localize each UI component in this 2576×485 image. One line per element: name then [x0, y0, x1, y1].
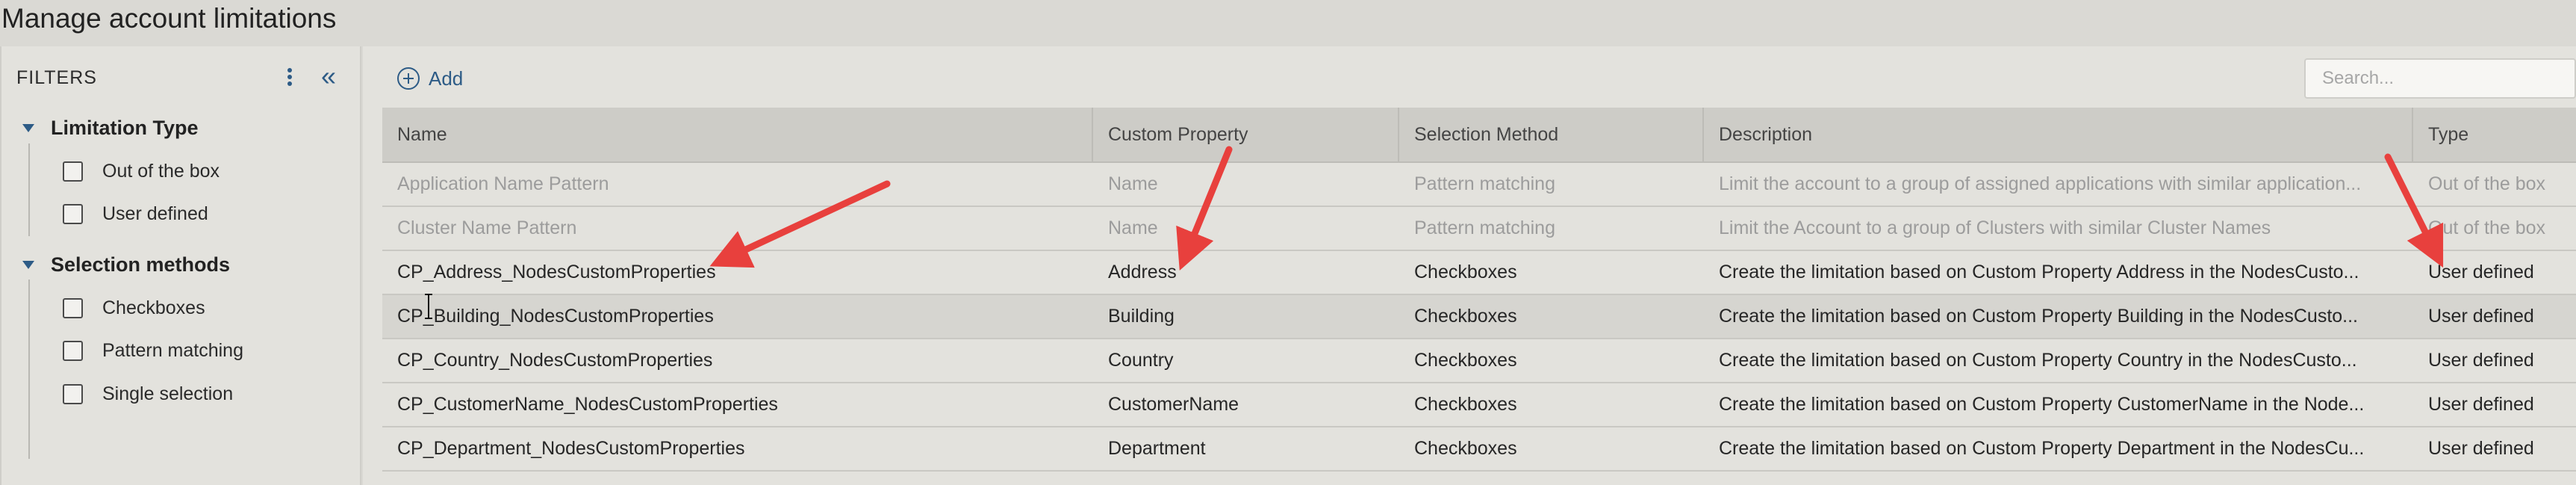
cell-type: User defined	[2428, 438, 2534, 459]
cell-type: Out of the box	[2428, 217, 2546, 238]
cell-custom-property: Address	[1108, 262, 1177, 282]
filters-header: FILTERS «	[1, 46, 360, 111]
table-row[interactable]: CP_Department_NodesCustomProperties Depa…	[382, 427, 2576, 472]
cell-name: Application Name Pattern	[397, 173, 609, 194]
caret-down-icon	[22, 123, 34, 132]
cell-description: Create the limitation based on Custom Pr…	[1719, 394, 2365, 415]
filter-option-label: Single selection	[102, 383, 234, 404]
checkbox[interactable]	[63, 297, 83, 318]
table-row[interactable]: CP_CustomerName_NodesCustomProperties Cu…	[382, 383, 2576, 427]
add-circle-icon	[397, 67, 420, 90]
group-divider	[28, 279, 30, 459]
cell-name: CP_CustomerName_NodesCustomProperties	[397, 394, 778, 415]
filter-option-label: Pattern matching	[102, 339, 243, 361]
checkbox[interactable]	[63, 383, 83, 404]
cell-selection-method: Pattern matching	[1414, 217, 1555, 238]
cell-selection-method: Pattern matching	[1414, 173, 1555, 194]
column-header-name[interactable]: Name	[382, 108, 1093, 161]
filter-option-single-selection[interactable]: Single selection	[63, 380, 233, 407]
add-button-label: Add	[429, 67, 464, 90]
cell-type: User defined	[2428, 394, 2534, 415]
cell-type: User defined	[2428, 306, 2534, 327]
table-header: Name Custom Property Selection Method De…	[382, 108, 2576, 163]
cell-custom-property: Department	[1108, 438, 1206, 459]
filters-title: FILTERS	[16, 67, 97, 88]
filter-option-label: Out of the box	[102, 160, 220, 182]
checkbox[interactable]	[63, 340, 83, 361]
cell-description: Create the limitation based on Custom Pr…	[1719, 306, 2359, 327]
cell-description: Create the limitation based on Custom Pr…	[1719, 438, 2365, 459]
cell-description: Limit the account to a group of assigned…	[1719, 173, 2362, 194]
filter-group-label: Limitation Type	[51, 116, 199, 139]
table-row[interactable]: Cluster Name Pattern Name Pattern matchi…	[382, 207, 2576, 251]
filters-panel: FILTERS « Limitation Type Out of the box…	[0, 46, 361, 485]
column-header-description[interactable]: Description	[1704, 108, 2413, 161]
column-header-custom-property[interactable]: Custom Property	[1093, 108, 1399, 161]
add-button[interactable]: Add	[397, 66, 463, 91]
cell-name: CP_Department_NodesCustomProperties	[397, 438, 745, 459]
cell-name: CP_Country_NodesCustomProperties	[397, 350, 713, 371]
main-content: Add Name Custom Property Selection Metho…	[363, 46, 2576, 485]
cell-selection-method: Checkboxes	[1414, 306, 1517, 327]
cell-custom-property: Country	[1108, 350, 1174, 371]
toolbar: Add	[363, 46, 2576, 108]
cell-type: User defined	[2428, 262, 2534, 282]
table-row[interactable]: CP_Building_NodesCustomProperties Buildi…	[382, 295, 2576, 339]
cell-name: Cluster Name Pattern	[397, 217, 577, 238]
limitations-table: Name Custom Property Selection Method De…	[382, 108, 2576, 472]
cell-selection-method: Checkboxes	[1414, 262, 1517, 282]
cell-custom-property: Name	[1108, 217, 1158, 238]
cell-selection-method: Checkboxes	[1414, 394, 1517, 415]
page-title: Manage account limitations	[0, 0, 2576, 46]
checkbox[interactable]	[63, 161, 83, 182]
filter-option-label: User defined	[102, 203, 208, 224]
column-header-type[interactable]: Type	[2413, 108, 2576, 161]
filter-option-user-defined[interactable]: User defined	[63, 200, 208, 227]
cell-selection-method: Checkboxes	[1414, 350, 1517, 371]
cell-custom-property: CustomerName	[1108, 394, 1239, 415]
filter-option-checkboxes[interactable]: Checkboxes	[63, 294, 205, 321]
cell-type: User defined	[2428, 350, 2534, 371]
caret-down-icon	[22, 260, 34, 269]
search-input[interactable]	[2304, 58, 2576, 99]
filter-option-label: Checkboxes	[102, 297, 205, 318]
more-options-icon[interactable]	[285, 66, 294, 90]
table-row[interactable]: CP_Country_NodesCustomProperties Country…	[382, 339, 2576, 383]
filter-group-header[interactable]: Selection methods	[22, 251, 230, 278]
filter-option-out-of-the-box[interactable]: Out of the box	[63, 158, 220, 185]
cell-description: Limit the Account to a group of Clusters…	[1719, 217, 2271, 238]
cell-description: Create the limitation based on Custom Pr…	[1719, 262, 2359, 282]
cell-name: CP_Address_NodesCustomProperties	[397, 262, 716, 282]
table-row[interactable]: Application Name Pattern Name Pattern ma…	[382, 163, 2576, 207]
cell-selection-method: Checkboxes	[1414, 438, 1517, 459]
filter-option-pattern-matching[interactable]: Pattern matching	[63, 337, 243, 364]
cell-name: CP_Building_NodesCustomProperties	[397, 306, 714, 327]
filter-group-label: Selection methods	[51, 253, 231, 276]
column-header-selection-method[interactable]: Selection Method	[1399, 108, 1704, 161]
checkbox[interactable]	[63, 203, 83, 224]
collapse-panel-icon[interactable]: «	[321, 61, 336, 91]
cell-description: Create the limitation based on Custom Pr…	[1719, 350, 2357, 371]
cell-type: Out of the box	[2428, 173, 2546, 194]
filter-group-header[interactable]: Limitation Type	[22, 114, 199, 141]
cell-custom-property: Name	[1108, 173, 1158, 194]
text-cursor-icon	[425, 294, 432, 319]
table-row[interactable]: CP_Address_NodesCustomProperties Address…	[382, 251, 2576, 295]
cell-custom-property: Building	[1108, 306, 1175, 327]
group-divider	[28, 143, 30, 236]
